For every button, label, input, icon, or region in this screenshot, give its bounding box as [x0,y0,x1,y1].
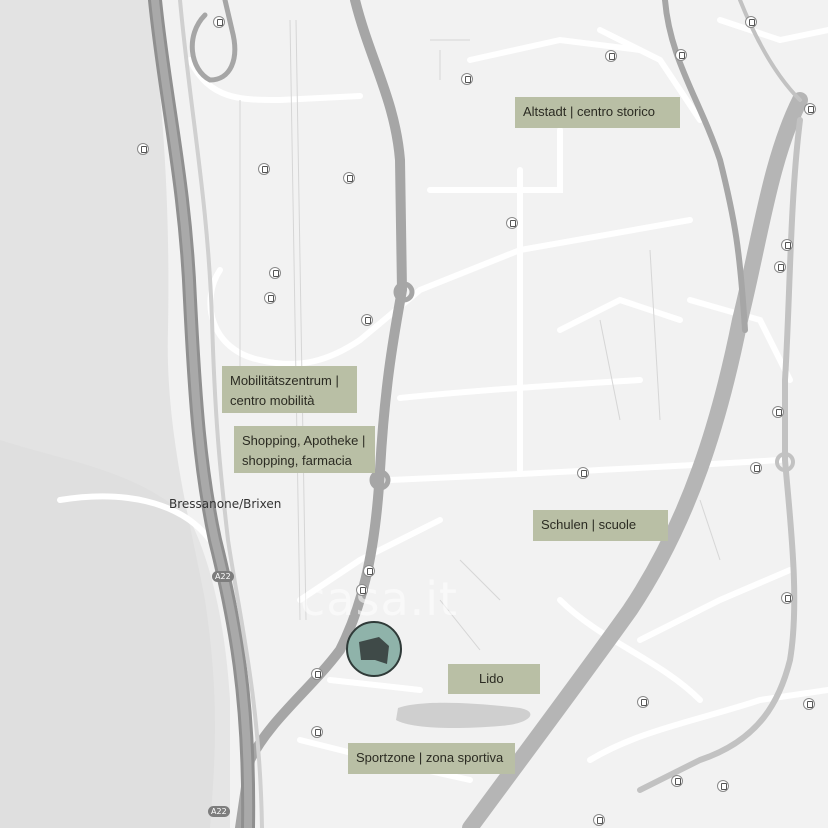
bus-stop-icon[interactable] [750,462,762,474]
bus-stop-icon[interactable] [803,698,815,710]
poi-label-sportzone[interactable]: Sportzone | zona sportiva [348,743,515,774]
highway-shield: A22 [212,571,234,582]
bus-stop-icon[interactable] [774,261,786,273]
watermark: casa.it [300,572,459,626]
bus-stop-icon[interactable] [213,16,225,28]
bus-stop-icon[interactable] [269,267,281,279]
bus-stop-icon[interactable] [363,565,375,577]
bus-stop-icon[interactable] [675,49,687,61]
bus-stop-icon[interactable] [264,292,276,304]
bus-stop-icon[interactable] [311,726,323,738]
bus-stop-icon[interactable] [772,406,784,418]
bus-stop-icon[interactable] [717,780,729,792]
bus-stop-icon[interactable] [137,143,149,155]
bus-stop-icon[interactable] [605,50,617,62]
bus-stop-icon[interactable] [506,217,518,229]
bus-stop-icon[interactable] [781,239,793,251]
highway-shield: A22 [208,806,230,817]
bus-stop-icon[interactable] [258,163,270,175]
map-base [0,0,828,828]
poi-label-lido[interactable]: Lido [448,664,540,694]
bus-stop-icon[interactable] [781,592,793,604]
property-location-icon[interactable] [345,620,403,678]
bus-stop-icon[interactable] [577,467,589,479]
poi-label-schulen[interactable]: Schulen | scuole [533,510,668,541]
bus-stop-icon[interactable] [343,172,355,184]
poi-label-mobilitaetszentrum[interactable]: Mobilitätszentrum | centro mobilità [222,366,357,413]
bus-stop-icon[interactable] [461,73,473,85]
poi-label-altstadt[interactable]: Altstadt | centro storico [515,97,680,128]
bus-stop-icon[interactable] [671,775,683,787]
bus-stop-icon[interactable] [356,584,368,596]
bus-stop-icon[interactable] [311,668,323,680]
bus-stop-icon[interactable] [637,696,649,708]
town-label: Bressanone/Brixen [169,497,282,511]
bus-stop-icon[interactable] [361,314,373,326]
bus-stop-icon[interactable] [804,103,816,115]
map-canvas[interactable]: casa.it A22 A22 Bressanone/Brixen Altsta… [0,0,828,828]
bus-stop-icon[interactable] [593,814,605,826]
poi-label-shopping[interactable]: Shopping, Apotheke | shopping, farmacia [234,426,375,473]
bus-stop-icon[interactable] [745,16,757,28]
